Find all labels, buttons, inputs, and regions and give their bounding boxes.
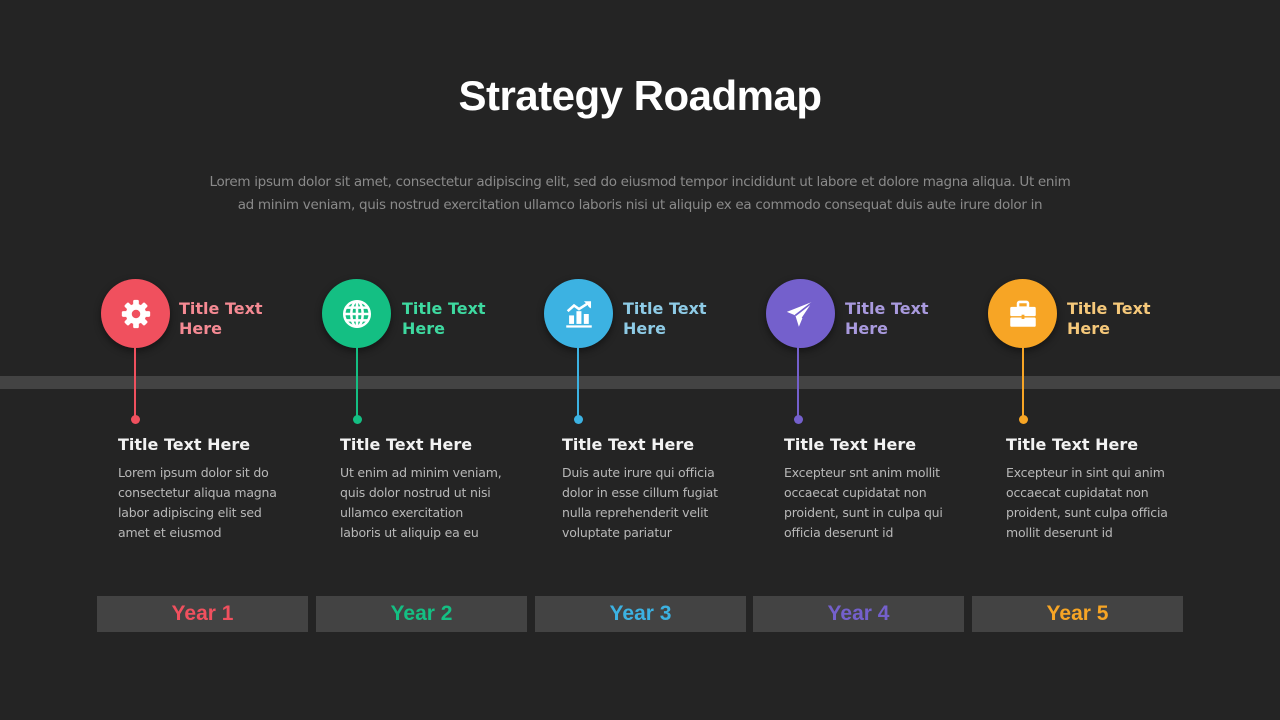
globe-icon [342,299,371,328]
year-label: Year 2 [316,596,527,632]
step-head-title: Title Text Here [179,299,263,338]
step-card-title: Title Text Here [562,435,695,454]
step-card-title: Title Text Here [784,435,917,454]
timeline-track [0,376,1280,389]
step-connector-line [356,347,358,419]
step-icon-circle [766,279,835,348]
step-head-title: Title Text Here [845,299,929,338]
step-connector-line [797,347,799,419]
step-card-title: Title Text Here [118,435,251,454]
growth-chart-icon [565,300,592,328]
step-card-text: Duis aute irure qui officia dolor in ess… [562,465,718,540]
step-card-title: Title Text Here [340,435,473,454]
step-connector-dot [1018,415,1028,424]
year-label: Year 4 [753,596,964,632]
step-card-title: Title Text Here [1006,435,1139,454]
step-icon-circle [322,279,391,348]
step-connector-dot [573,415,583,424]
step-connector-line [1022,347,1024,419]
step-icon-circle [101,279,170,348]
step-connector-line [577,347,579,419]
step-head-title: Title Text Here [623,299,707,338]
step-card-text: Excepteur in sint qui anim occaecat cupi… [1006,465,1168,540]
step-card-text: Lorem ipsum dolor sit do consectetur ali… [118,465,277,540]
slide-title: Strategy Roadmap [458,72,822,119]
step-connector-dot [352,415,362,424]
gear-icon [121,299,150,328]
step-connector-dot [130,415,140,424]
year-label: Year 5 [972,596,1183,632]
step-icon-circle [988,279,1057,348]
step-connector-dot [793,415,803,424]
step-icon-circle [544,279,613,348]
year-label: Year 1 [97,596,308,632]
paper-plane-icon [786,300,814,327]
step-card-text: Ut enim ad minim veniam, quis dolor nost… [340,465,502,540]
step-head-title: Title Text Here [1067,299,1151,338]
year-label: Year 3 [535,596,746,632]
briefcase-icon [1009,300,1036,327]
step-head-title: Title Text Here [402,299,486,338]
step-card-text: Excepteur snt anim mollit occaecat cupid… [784,465,943,540]
step-connector-line [134,347,136,419]
slide-subtitle: Lorem ipsum dolor sit amet, consectetur … [209,174,1071,213]
